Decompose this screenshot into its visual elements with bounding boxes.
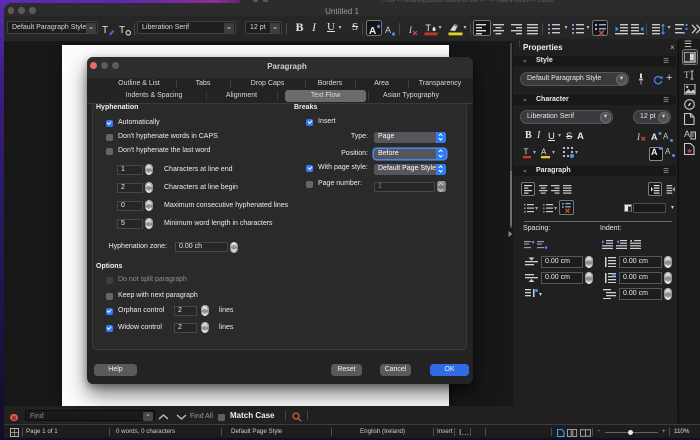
svg-text:T: T [102, 25, 108, 36]
svg-text:A: A [684, 129, 690, 139]
svg-text:A: A [385, 25, 391, 35]
svg-text:A: A [651, 132, 658, 142]
svg-text:T: T [426, 23, 432, 33]
svg-text:T: T [684, 70, 690, 80]
svg-text:A: A [541, 148, 547, 157]
svg-text:T: T [119, 25, 125, 36]
svg-text:I: I [636, 132, 641, 142]
svg-text:A: A [663, 132, 669, 141]
svg-text:A: A [651, 147, 658, 157]
svg-text:T: T [524, 148, 529, 157]
svg-text:I: I [408, 25, 413, 35]
svg-text:A: A [665, 147, 671, 156]
svg-text:A: A [369, 26, 376, 36]
